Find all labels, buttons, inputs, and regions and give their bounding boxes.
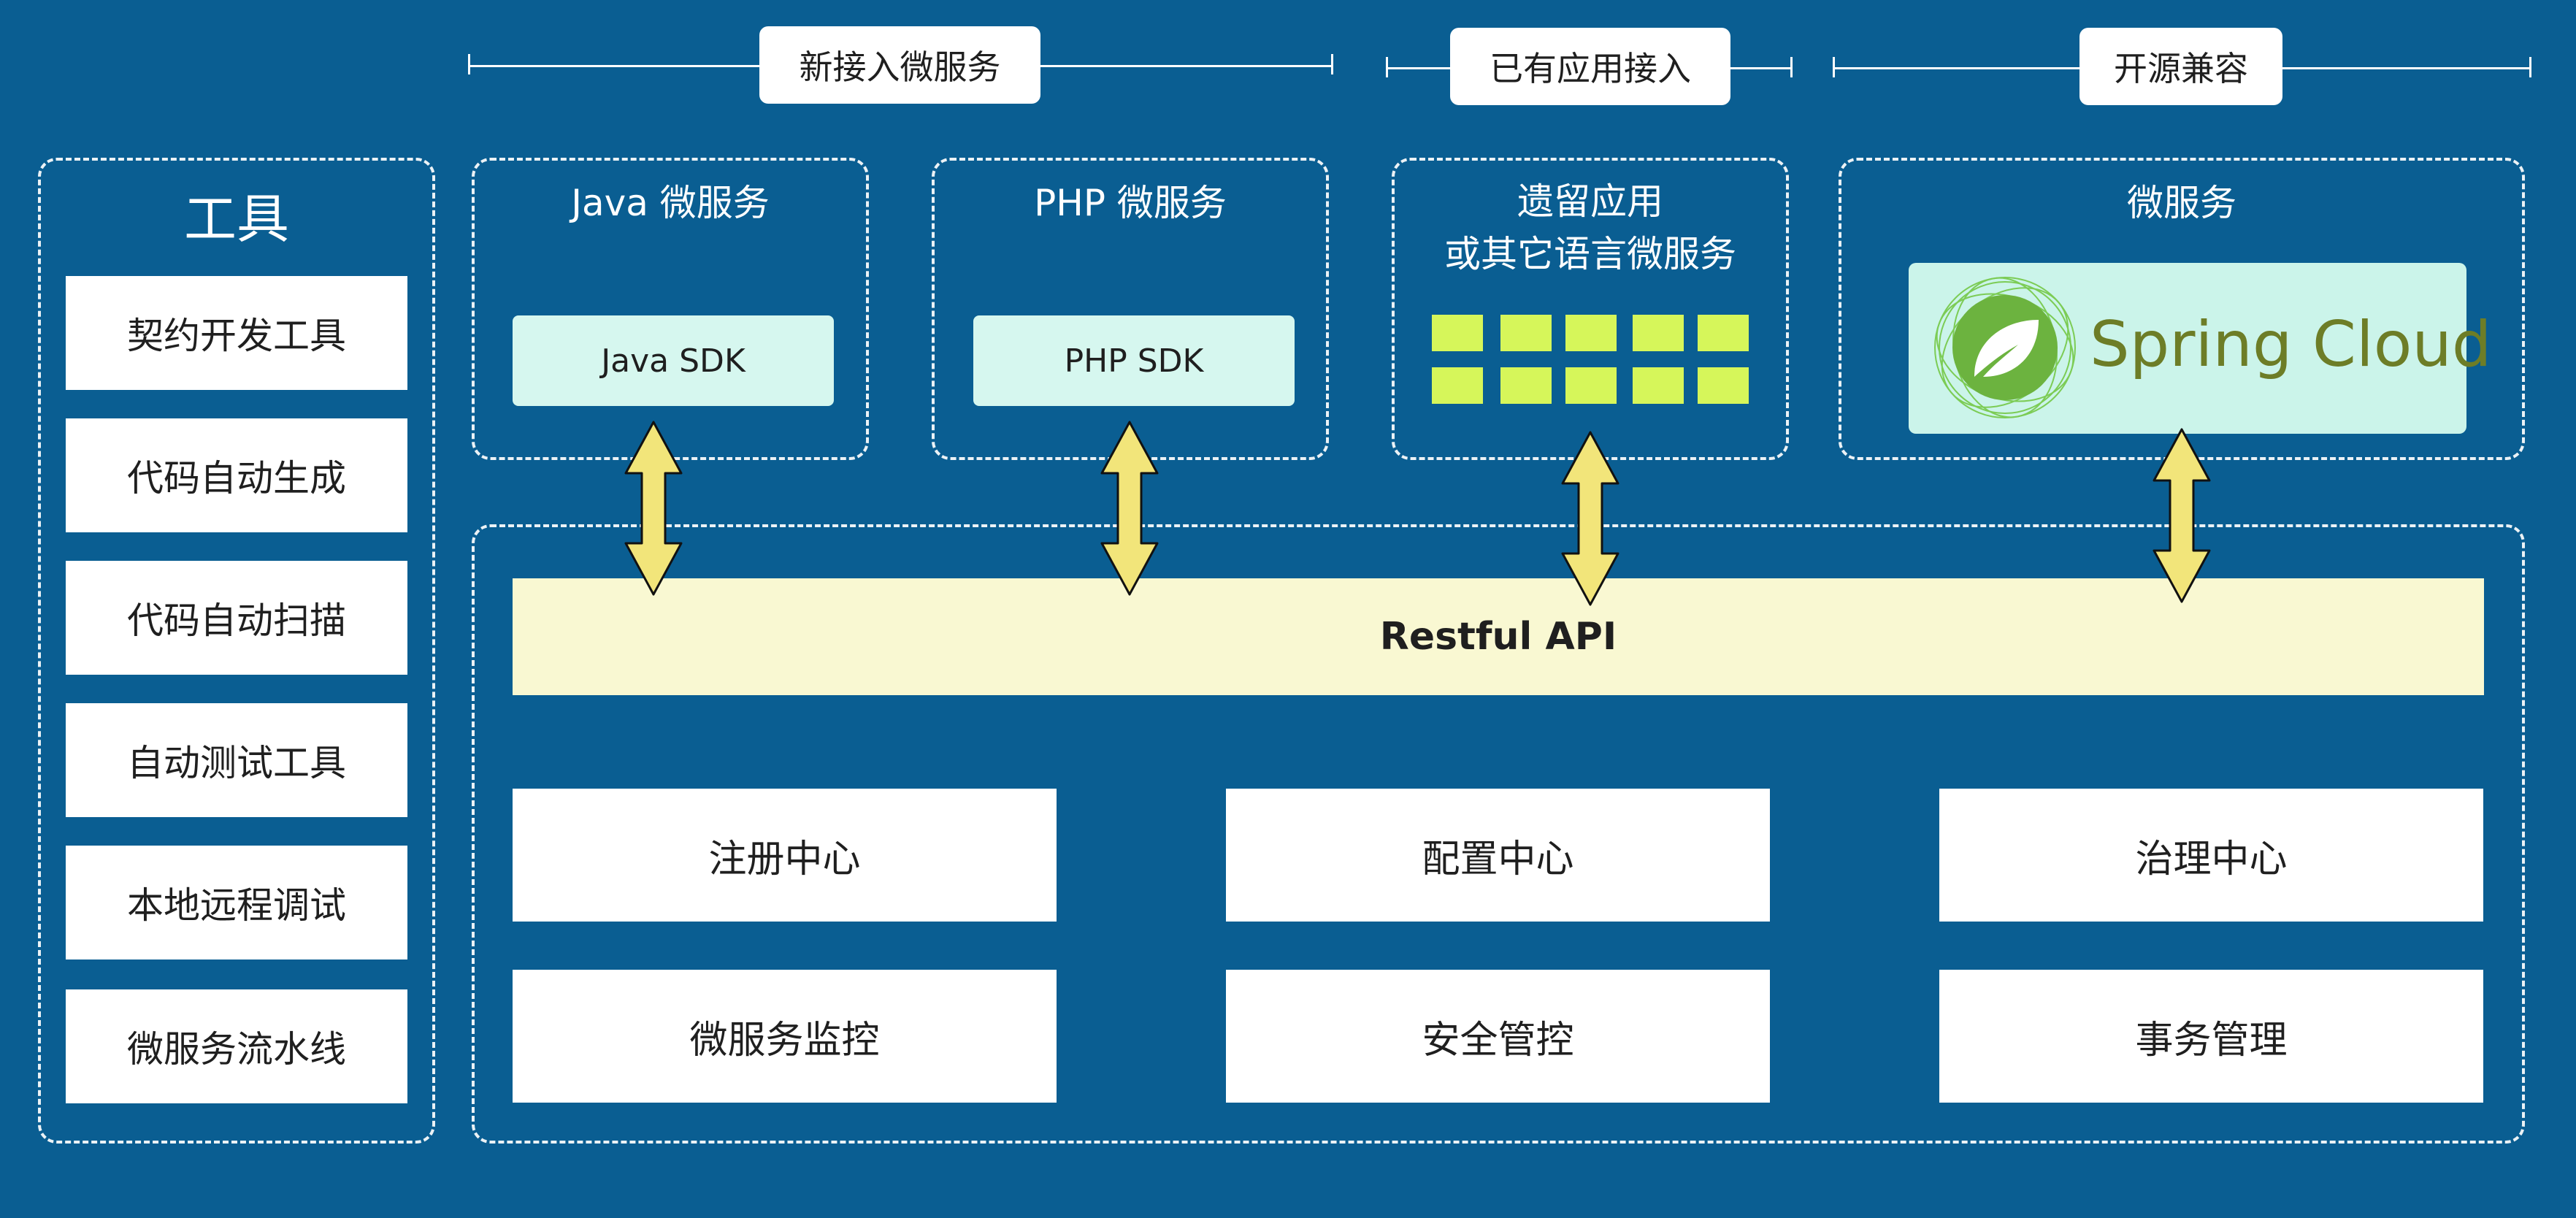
header-tick (2529, 57, 2531, 77)
grid-cell (1633, 367, 1684, 404)
microservice-title: 微服务 (2127, 182, 2236, 224)
grid-cell (1500, 367, 1552, 404)
grid-cell (1633, 315, 1684, 351)
security-control-box[interactable]: 安全管控 (1226, 970, 1770, 1103)
tools-title: 工具 (183, 188, 289, 250)
monitoring-box[interactable]: 微服务监控 (513, 970, 1057, 1103)
grid-cell (1698, 315, 1749, 351)
header-existing-apps: 已有应用接入 (1450, 28, 1730, 105)
governance-center-box[interactable]: 治理中心 (1939, 789, 2483, 922)
grid-cell (1698, 367, 1749, 404)
php-sdk-box[interactable]: PHP SDK (973, 315, 1295, 406)
java-service-title: Java 微服务 (571, 182, 770, 224)
spring-api-arrow (2153, 428, 2211, 603)
grid-cell (1432, 315, 1483, 351)
spring-leaf-icon (1934, 277, 2076, 418)
grid-cell (1565, 367, 1617, 404)
spring-cloud-box[interactable]: Spring Cloud (1909, 263, 2492, 434)
header-new-services: 新接入微服务 (759, 26, 1040, 104)
php-api-arrow (1100, 421, 1159, 596)
header-tick (1833, 57, 1835, 77)
java-sdk-box[interactable]: Java SDK (513, 315, 834, 406)
tool-item-contract-dev[interactable]: 契约开发工具 (66, 276, 407, 390)
java-api-arrow (624, 421, 683, 596)
tool-item-pipeline[interactable]: 微服务流水线 (66, 989, 407, 1103)
transaction-management-box[interactable]: 事务管理 (1939, 970, 2483, 1103)
tool-item-code-generation[interactable]: 代码自动生成 (66, 418, 407, 532)
java-service-panel: Java 微服务 (472, 158, 869, 460)
php-service-panel: PHP 微服务 (932, 158, 1329, 460)
registry-center-box[interactable]: 注册中心 (513, 789, 1057, 922)
tool-item-code-scan[interactable]: 代码自动扫描 (66, 561, 407, 675)
grid-cell (1565, 315, 1617, 351)
legacy-api-arrow (1561, 431, 1619, 606)
legacy-title-line2: 或其它语言微服务 (1444, 233, 1736, 275)
legacy-app-panel: 遗留应用 或其它语言微服务 (1392, 158, 1789, 460)
php-service-title: PHP 微服务 (1034, 182, 1227, 224)
header-tick (1386, 57, 1388, 77)
header-tick (1790, 57, 1793, 77)
spring-cloud-label: Spring Cloud (2090, 308, 2492, 381)
header-open-source: 开源兼容 (2079, 28, 2282, 105)
header-tick (1331, 54, 1333, 74)
header-tick (468, 54, 470, 74)
grid-cell (1500, 315, 1552, 351)
tool-item-remote-debug[interactable]: 本地远程调试 (66, 846, 407, 960)
config-center-box[interactable]: 配置中心 (1226, 789, 1770, 922)
grid-cell (1432, 367, 1483, 404)
legacy-title-line1: 遗留应用 (1517, 180, 1663, 223)
tool-item-auto-test[interactable]: 自动测试工具 (66, 703, 407, 817)
